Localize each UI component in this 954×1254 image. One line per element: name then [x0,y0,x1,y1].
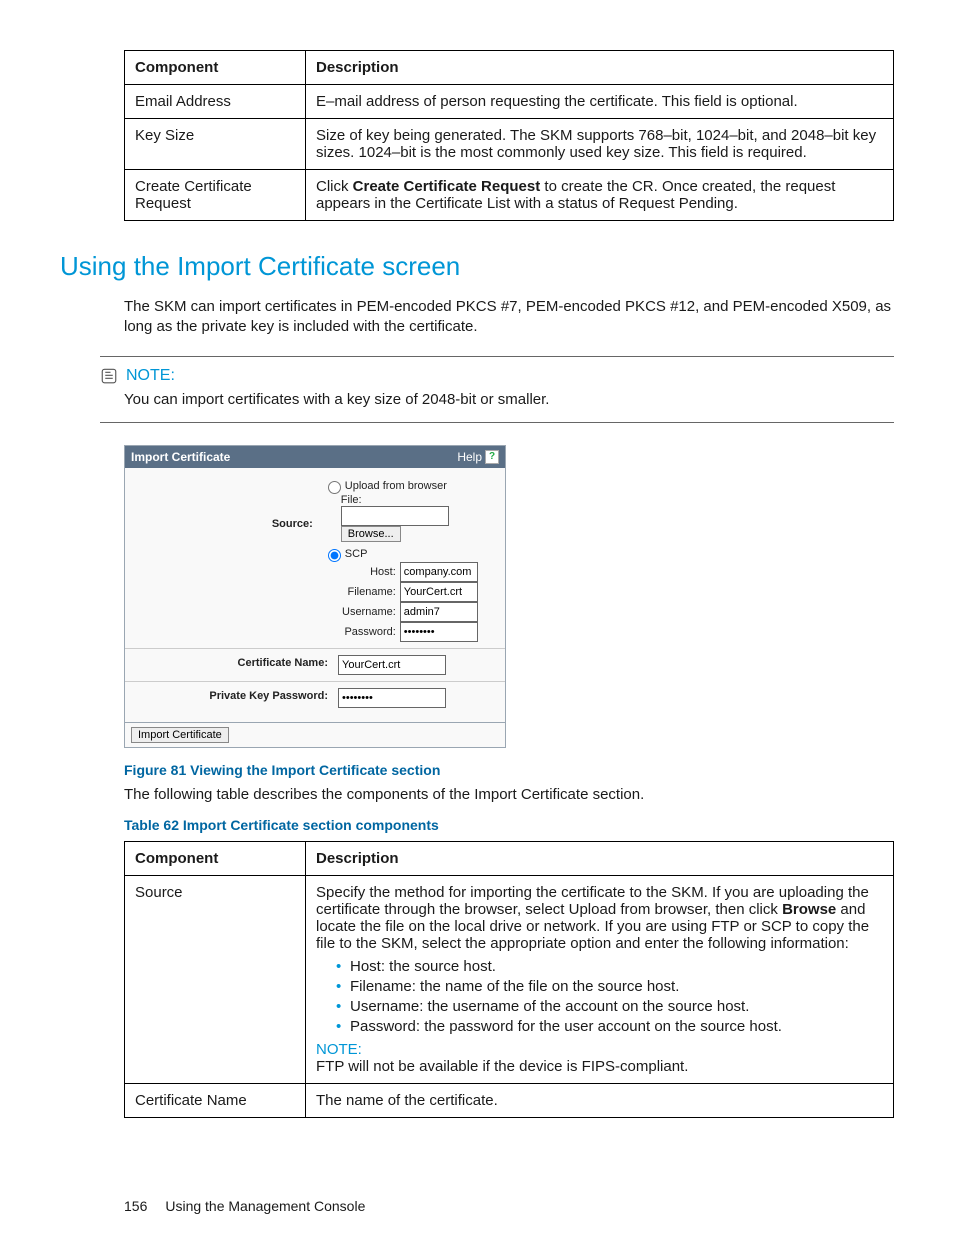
table-row: Create Certificate Request Click Create … [125,170,894,221]
t2-h1: Component [125,841,306,875]
table-caption: Table 62 Import Certificate section comp… [124,817,894,833]
t1-h1: Component [125,51,306,85]
t1-r2-pre: Click [316,178,353,195]
browse-button[interactable]: Browse... [341,526,401,542]
scp-radio-label: SCP [345,547,368,559]
table-row: Certificate Name The name of the certifi… [125,1083,894,1117]
host-label: Host: [341,566,400,578]
t1-r0-c2: E–mail address of person requesting the … [306,85,894,119]
source-label: Source: [133,478,323,530]
section-heading: Using the Import Certificate screen [60,251,894,282]
t1-r2-c1: Create Certificate Request [125,170,306,221]
component-table-2: Component Description Source Specify the… [124,841,894,1118]
inline-note-text: FTP will not be available if the device … [316,1058,883,1075]
scp-radio[interactable] [328,549,341,562]
t2-r2-c2: The name of the certificate. [306,1083,894,1117]
t2-r1-c2: Specify the method for importing the cer… [306,875,894,1083]
username-label: Username: [341,606,400,618]
page-footer: 156 Using the Management Console [124,1198,894,1214]
t1-r2-c2: Click Create Certificate Request to crea… [306,170,894,221]
note-label: NOTE: [126,367,175,385]
table-row: Key Size Size of key being generated. Th… [125,119,894,170]
t1-h2: Description [306,51,894,85]
import-certificate-panel: Import Certificate Help ? Source: Upload… [124,445,506,748]
certname-label: Certificate Name: [133,655,338,669]
t1-r1-c1: Key Size [125,119,306,170]
panel-title: Import Certificate [131,450,230,464]
note-text: You can import certificates with a key s… [124,391,894,408]
t2-r1-strong: Browse [782,901,836,918]
host-input[interactable] [400,562,478,582]
list-item: Username: the username of the account on… [336,998,883,1015]
help-link[interactable]: Help ? [457,450,499,464]
intro-paragraph: The SKM can import certificates in PEM-e… [124,297,894,338]
upload-radio-label: Upload from browser [345,479,447,491]
help-icon: ? [485,450,499,464]
file-input[interactable] [341,506,449,526]
pk-input[interactable] [338,688,446,708]
help-text: Help [457,450,482,464]
table-row: Source Specify the method for importing … [125,875,894,1083]
t2-r2-c1: Certificate Name [125,1083,306,1117]
source-bullet-list: Host: the source host. Filename: the nam… [320,958,883,1035]
note-block: NOTE: You can import certificates with a… [100,356,894,423]
panel-titlebar: Import Certificate Help ? [125,446,505,468]
certname-input[interactable] [338,655,446,675]
inline-note-label: NOTE: [316,1041,883,1058]
password-input[interactable] [400,622,478,642]
pk-label: Private Key Password: [133,688,338,702]
footer-title: Using the Management Console [165,1198,365,1214]
file-label: File: [341,494,362,506]
password-label: Password: [341,626,400,638]
filename-input[interactable] [400,582,478,602]
t1-r1-c2: Size of key being generated. The SKM sup… [306,119,894,170]
component-table-1: Component Description Email Address E–ma… [124,50,894,221]
t1-r2-strong: Create Certificate Request [353,178,541,195]
page-number: 156 [124,1198,147,1214]
import-certificate-button[interactable]: Import Certificate [131,727,229,743]
t1-r0-c1: Email Address [125,85,306,119]
table-intro-paragraph: The following table describes the compon… [124,786,894,803]
table-row: Email Address E–mail address of person r… [125,85,894,119]
t2-r1-c1: Source [125,875,306,1083]
t2-h2: Description [306,841,894,875]
upload-radio[interactable] [328,481,341,494]
list-item: Filename: the name of the file on the so… [336,978,883,995]
filename-label: Filename: [341,586,400,598]
figure-caption: Figure 81 Viewing the Import Certificate… [124,762,894,778]
list-item: Password: the password for the user acco… [336,1018,883,1035]
note-icon [100,367,118,385]
list-item: Host: the source host. [336,958,883,975]
username-input[interactable] [400,602,478,622]
